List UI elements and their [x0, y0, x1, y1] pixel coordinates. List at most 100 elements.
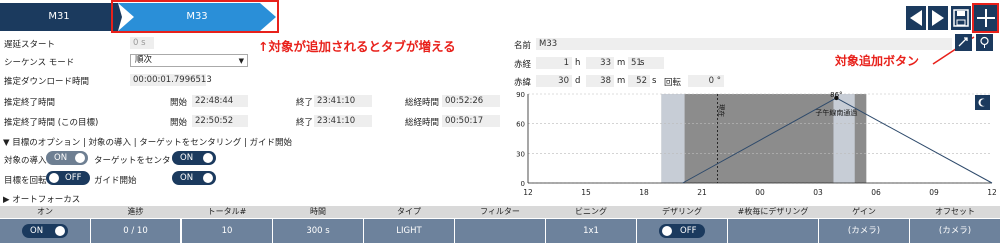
on-toggle[interactable]: ON — [22, 224, 68, 238]
exposure-table-row[interactable]: ON 0 / 10 10 300 s LIGHT 1x1 OFF (カメラ) (カメラ) — [0, 219, 1000, 243]
sequence-mode-select[interactable]: 順次 — [130, 54, 248, 67]
add-button-annotation: 対象追加ボタン — [835, 54, 920, 68]
table-header-cell: 時間 — [310, 207, 326, 216]
framing-icon — [958, 37, 968, 47]
x-tick-label: 12 — [987, 188, 997, 197]
dec-minutes-input[interactable]: 38 — [586, 75, 614, 87]
est-end-target-label: 推定終了時間 (この目標) — [4, 118, 99, 128]
target-options-header[interactable]: ▼ 目標のオプション | 対象の導入 | ターゲットをセンタリング | ガイド開… — [3, 136, 292, 148]
table-cell[interactable]: 0 / 10 — [91, 219, 180, 243]
table-header-cell: オフセット — [935, 207, 975, 216]
table-cell[interactable] — [455, 219, 545, 243]
toggle-text: ON — [30, 226, 44, 236]
table-header-cell: トータル# — [207, 207, 247, 216]
location-pin-icon — [980, 36, 989, 48]
dither-toggle[interactable]: OFF — [659, 224, 705, 238]
name-input[interactable]: M33 — [536, 38, 952, 50]
y-tick-label: 0 — [521, 180, 525, 188]
est-end-label: 推定終了時間 — [4, 98, 56, 108]
target-tab-bar: M31 M33 — [0, 0, 1000, 33]
end-label-1: 終了 — [296, 98, 314, 108]
delay-start-label: 遅延スタート — [4, 40, 56, 50]
twilight-band-2 — [833, 94, 855, 183]
total-value-2: 00:50:17 — [442, 115, 500, 127]
arrow-left-icon — [910, 10, 922, 26]
x-tick-label: 12 — [523, 188, 533, 197]
search-target-button[interactable] — [955, 34, 972, 51]
total-label-1: 総経時間 — [405, 98, 440, 108]
total-label-2: 総経時間 — [405, 118, 440, 128]
twilight-band — [661, 94, 685, 183]
x-tick-label: 06 — [871, 188, 881, 197]
location-button[interactable] — [976, 34, 993, 51]
intro-toggle[interactable]: ON — [46, 151, 88, 165]
table-cell[interactable]: 300 s — [273, 219, 363, 243]
table-cell[interactable] — [728, 219, 818, 243]
x-tick-label: 18 — [639, 188, 649, 197]
table-header-cell: デザリング — [662, 207, 702, 216]
tab-m31[interactable]: M31 — [0, 3, 118, 31]
save-icon — [953, 9, 969, 27]
next-target-button[interactable] — [928, 6, 948, 30]
toggle-knob — [55, 226, 65, 236]
rotate-toggle[interactable]: OFF — [46, 171, 90, 185]
dec-s-unit: s — [652, 76, 657, 86]
ra-seconds-input[interactable]: 51 — [628, 57, 664, 69]
total-value-1: 00:52:26 — [442, 95, 500, 107]
table-header-cell: ビニング — [575, 207, 607, 216]
ra-hours-input[interactable]: 1 — [536, 57, 572, 69]
table-header-cell: #枚毎にデザリング — [737, 207, 809, 216]
ra-minutes-input[interactable]: 33 — [586, 57, 614, 69]
y-tick-label: 90 — [516, 91, 525, 99]
start-label-1: 開始 — [170, 98, 188, 108]
ra-m-unit: m — [617, 58, 626, 68]
table-cell[interactable]: 10 — [182, 219, 272, 243]
table-cell[interactable]: ON — [0, 219, 90, 243]
save-button[interactable] — [951, 6, 971, 30]
exposure-table-header: オン 進捗 トータル# 時間 タイプ フィルター ビニング デザリング #枚毎にデザリング ゲイン… — [0, 206, 1000, 218]
table-cell[interactable]: (カメラ) — [910, 219, 1000, 243]
x-tick-label: 00 — [755, 188, 765, 197]
plus-icon — [976, 9, 995, 27]
x-tick-label: 21 — [697, 188, 707, 197]
table-cell[interactable]: OFF — [637, 219, 727, 243]
table-cell[interactable]: 1x1 — [546, 219, 636, 243]
table-cell[interactable]: (カメラ) — [819, 219, 909, 243]
dec-degrees-input[interactable]: 30 — [536, 75, 572, 87]
add-target-button[interactable] — [972, 3, 999, 33]
intro-label: 対象の導入 — [4, 156, 47, 166]
transit-label: 子午線南通過 — [815, 108, 857, 117]
rotate-label: 目標を回転 — [4, 176, 47, 186]
rotation-input[interactable]: 0 ° — [688, 75, 724, 87]
sequence-mode-label: シーケンス モード — [4, 58, 75, 68]
arrow-right-icon — [932, 10, 944, 26]
start-value-2: 22:50:52 — [192, 115, 248, 127]
guide-label: ガイド開始 — [94, 176, 137, 186]
ra-s-unit: s — [640, 58, 645, 68]
x-tick-label: 15 — [581, 188, 591, 197]
end-label-2: 終了 — [296, 118, 314, 128]
table-header-cell: タイプ — [397, 207, 421, 216]
table-header-cell: フィルター — [480, 207, 520, 216]
name-label: 名前 — [514, 41, 532, 51]
est-download-label: 推定ダウンロード時間 — [4, 77, 90, 87]
x-tick-label: 09 — [929, 188, 939, 197]
autofocus-header[interactable]: ▶ オートフォーカス — [3, 193, 80, 205]
peak-label: 86° — [830, 91, 842, 99]
guide-toggle[interactable]: ON — [172, 171, 216, 185]
delay-start-input[interactable]: 0 s — [130, 37, 154, 49]
dec-d-unit: d — [575, 76, 581, 86]
ra-h-unit: h — [575, 58, 581, 68]
end-value-2: 23:41:10 — [314, 115, 372, 127]
y-tick-label: 30 — [516, 150, 525, 158]
est-download-value: 00:00:01.7996513 — [130, 74, 212, 86]
moon-toggle-button[interactable] — [975, 95, 990, 110]
table-header-cell: ゲイン — [852, 207, 876, 216]
dec-seconds-input[interactable]: 52 — [628, 75, 650, 87]
center-toggle[interactable]: ON — [172, 151, 216, 165]
dec-m-unit: m — [617, 76, 626, 86]
table-cell[interactable]: LIGHT — [364, 219, 454, 243]
start-value-1: 22:48:44 — [192, 95, 248, 107]
prev-target-button[interactable] — [906, 6, 926, 30]
start-label-2: 開始 — [170, 118, 188, 128]
